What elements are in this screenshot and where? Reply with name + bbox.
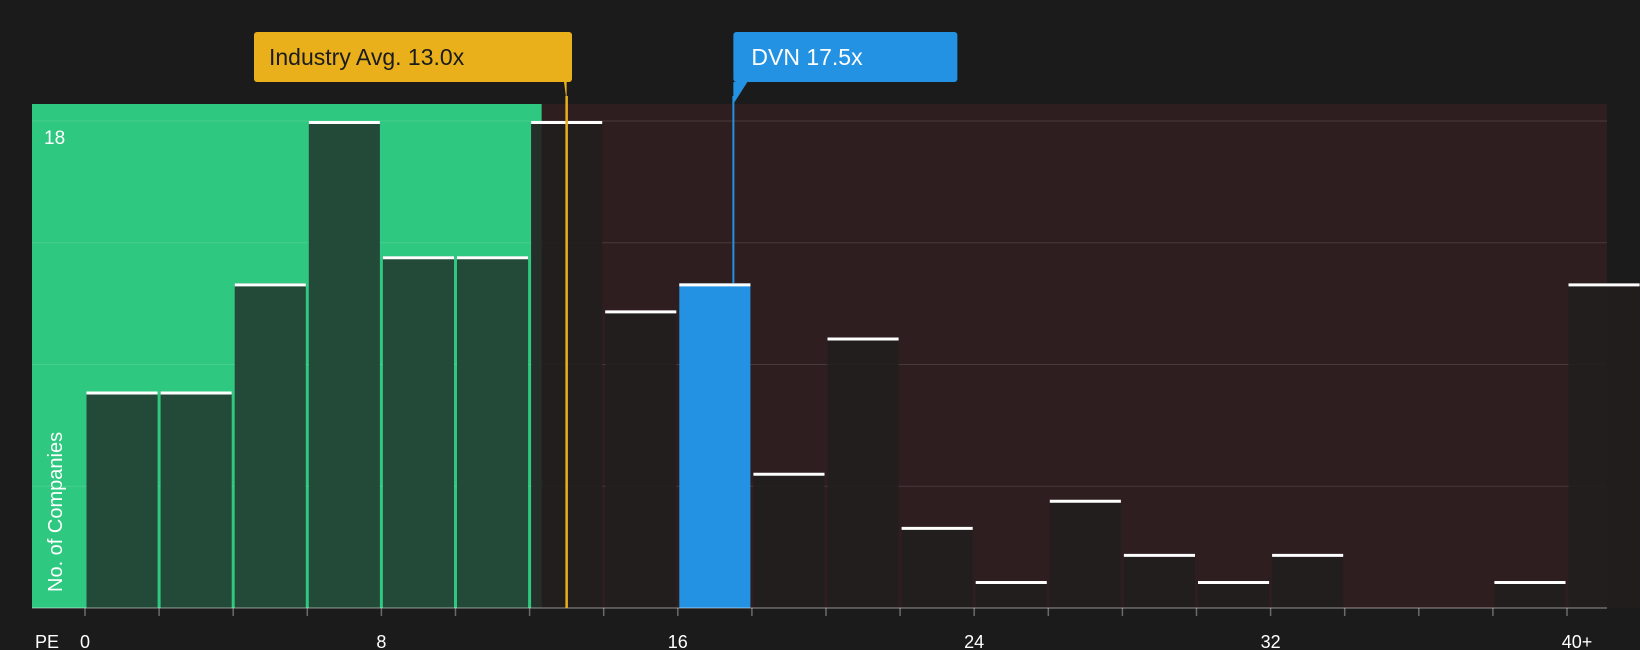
bar-pe-30 xyxy=(1198,580,1270,608)
industry-average-label: Industry Avg. 13.0x xyxy=(269,44,465,70)
x-tick-label: 40+ xyxy=(1562,632,1593,650)
bar-pe-38 xyxy=(1494,580,1566,608)
x-tick-label: 24 xyxy=(964,632,984,650)
bar-pe-16 xyxy=(679,283,751,608)
bar-pe-20 xyxy=(827,337,899,608)
x-tick-label: 8 xyxy=(376,632,386,650)
bar-pe-40 xyxy=(1568,283,1640,608)
bar-pe-8 xyxy=(382,256,454,608)
y-tick-label-max: 18 xyxy=(44,128,65,149)
x-tick-label: 32 xyxy=(1261,632,1281,650)
bar-pe-26 xyxy=(1049,499,1121,608)
bar-pe-6 xyxy=(308,121,380,608)
y-axis-label: No. of Companies xyxy=(45,432,67,592)
bar-pe-32 xyxy=(1272,553,1344,608)
bar-pe-14 xyxy=(605,310,677,608)
bar-pe-2 xyxy=(160,391,232,608)
bar-pe-24 xyxy=(975,580,1047,608)
pe-distribution-chart: 0 8 16 24 32 40+ Industry Avg. 13.0x DVN 17.5x… xyxy=(0,0,1640,650)
x-tick-label: 0 xyxy=(80,632,90,650)
bar-pe-10 xyxy=(457,256,529,608)
x-axis-label: PE xyxy=(35,632,59,650)
bar-pe-4 xyxy=(234,283,306,608)
bar-pe-18 xyxy=(753,472,825,608)
bar-pe-28 xyxy=(1123,553,1195,608)
bar-pe-0 xyxy=(86,391,158,608)
bar-pe-22 xyxy=(901,526,973,608)
x-tick-label: 16 xyxy=(668,632,688,650)
company-pe-label: DVN 17.5x xyxy=(751,44,863,70)
